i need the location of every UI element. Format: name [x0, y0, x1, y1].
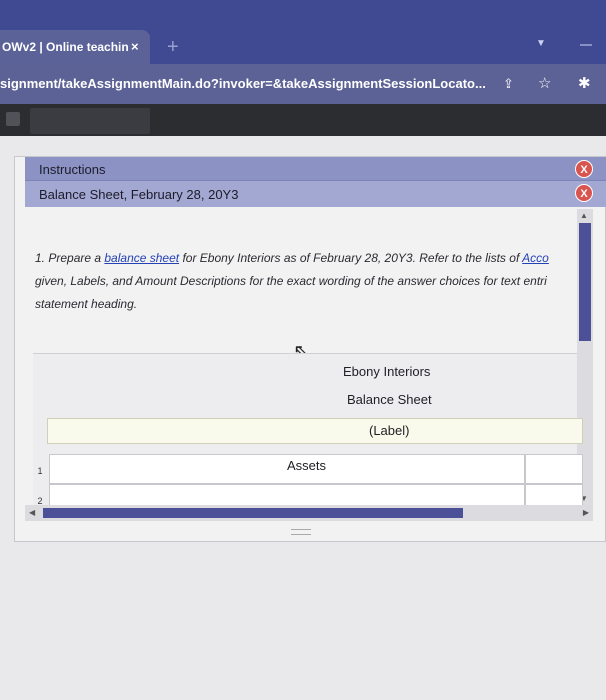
row-label-text: Assets — [287, 458, 327, 473]
question-line2: given, Labels, and Amount Descriptions f… — [35, 274, 547, 288]
browser-tab-bar: OWv2 | Online teachin × + ▼ — [0, 0, 606, 64]
tab-title: OWv2 | Online teachin — [2, 40, 129, 54]
horizontal-scroll-thumb[interactable] — [43, 508, 463, 518]
statement-type: Balance Sheet — [347, 392, 432, 407]
chevron-down-icon[interactable]: ▼ — [536, 38, 546, 49]
instructions-label: Instructions — [39, 162, 106, 177]
tab-close-icon[interactable]: × — [131, 39, 139, 54]
toolbar-icon[interactable] — [6, 112, 20, 126]
scroll-left-icon[interactable]: ◀ — [29, 508, 35, 517]
address-bar: signment/takeAssignmentMain.do?invoker=&… — [0, 64, 606, 104]
resize-grip-icon[interactable] — [291, 529, 311, 535]
close-instructions-icon[interactable]: X — [575, 160, 593, 178]
star-icon[interactable]: ☆ — [538, 74, 551, 92]
row-amount-cell[interactable] — [525, 484, 583, 506]
accounts-link[interactable]: Acco — [522, 251, 549, 265]
sheet-title-bar: Balance Sheet, February 28, 20Y3 X — [25, 181, 606, 207]
instructions-bar[interactable]: Instructions X — [25, 157, 606, 181]
label-dropdown[interactable] — [47, 418, 583, 444]
label-placeholder: (Label) — [369, 423, 410, 438]
close-sheet-icon[interactable]: X — [575, 184, 593, 202]
extension-icon[interactable]: ✱ — [578, 74, 591, 92]
vertical-scroll-thumb[interactable] — [579, 223, 591, 341]
share-icon[interactable]: ⇪ — [503, 76, 514, 92]
question-text: 1. Prepare a balance sheet for Ebony Int… — [35, 247, 575, 316]
company-name: Ebony Interiors — [343, 364, 431, 379]
assignment-panel: Instructions X Balance Sheet, February 2… — [14, 156, 606, 542]
toolbar-button[interactable] — [30, 108, 150, 134]
question-part2: for Ebony Interiors as of February 28, 2… — [179, 251, 523, 265]
new-tab-icon[interactable]: + — [167, 36, 179, 59]
page-content: Instructions X Balance Sheet, February 2… — [0, 136, 606, 700]
statement-grid: Ebony Interiors Balance Sheet (Label) 1 … — [33, 353, 583, 506]
scroll-up-icon[interactable]: ▲ — [580, 211, 588, 220]
balance-sheet-link[interactable]: balance sheet — [104, 251, 179, 265]
row-label-cell[interactable] — [49, 484, 525, 506]
browser-tab[interactable]: OWv2 | Online teachin × — [0, 30, 150, 64]
sheet-title: Balance Sheet, February 28, 20Y3 — [39, 187, 239, 202]
question-part1: 1. Prepare a — [35, 251, 105, 265]
app-toolbar — [0, 104, 606, 136]
question-line3: statement heading. — [35, 297, 138, 311]
scroll-right-icon[interactable]: ▶ — [583, 508, 589, 517]
url-field[interactable]: signment/takeAssignmentMain.do?invoker=&… — [0, 76, 486, 91]
row-number: 1 — [37, 466, 43, 476]
horizontal-scrollbar[interactable]: ◀ ▶ — [25, 505, 593, 521]
minimize-icon[interactable] — [580, 44, 592, 46]
row-amount-cell[interactable] — [525, 454, 583, 484]
